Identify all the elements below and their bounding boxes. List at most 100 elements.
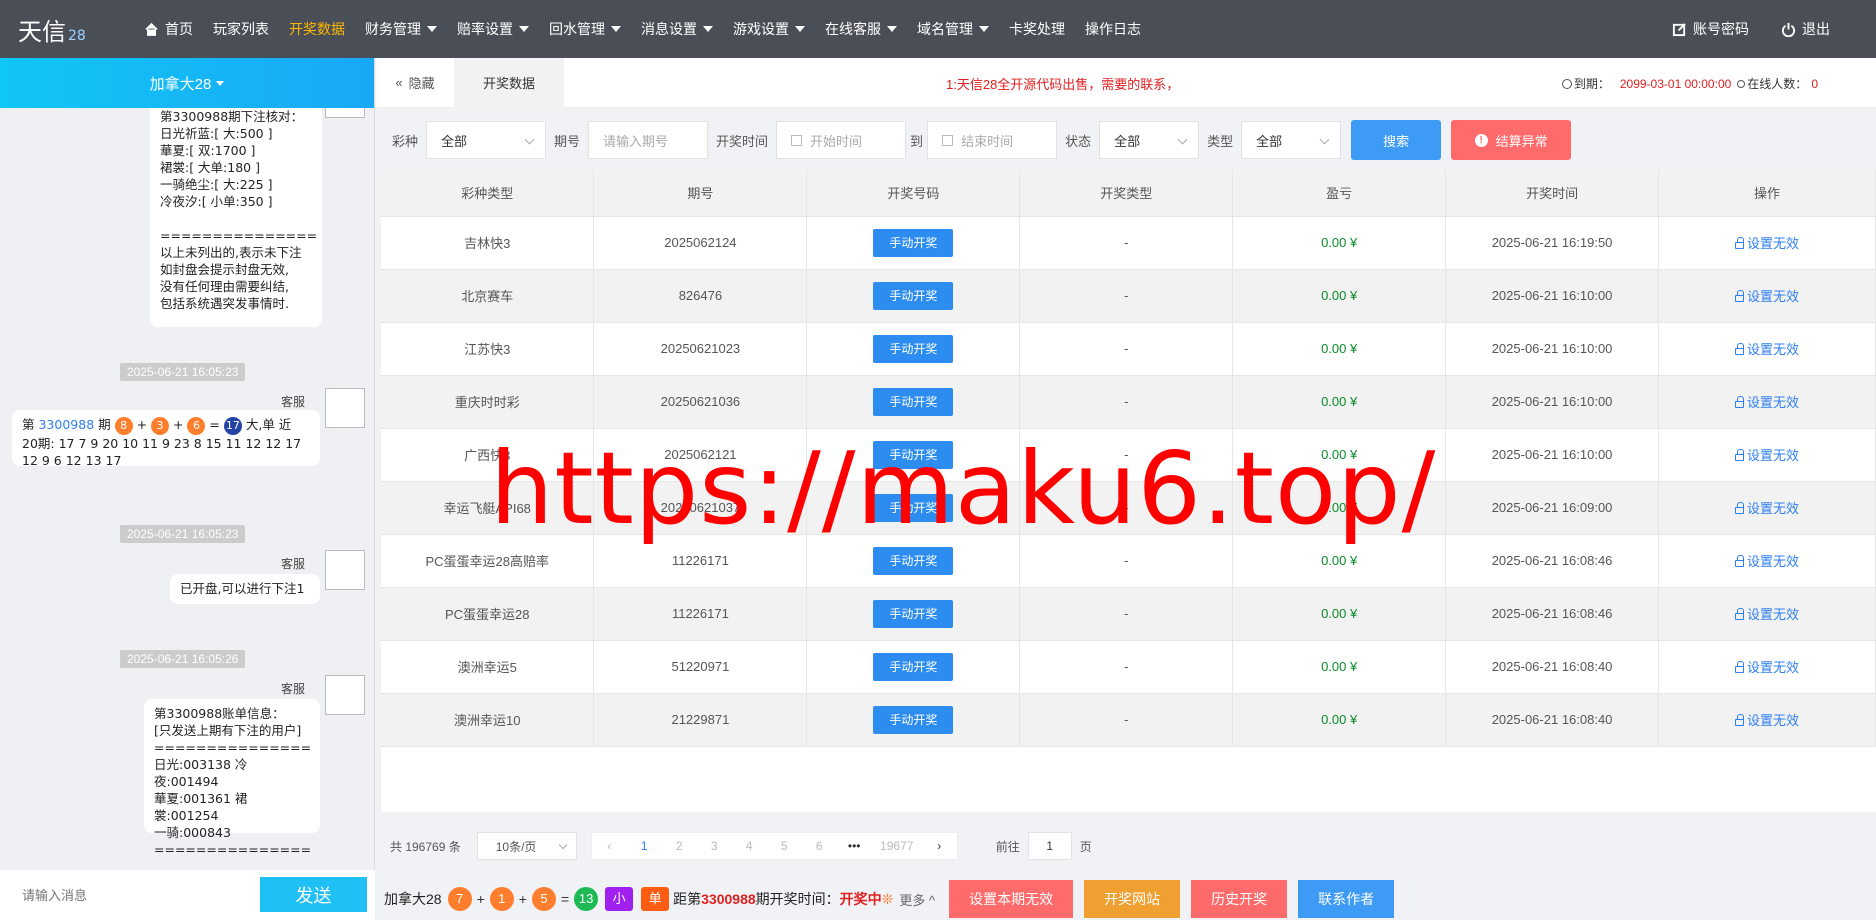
- tab-bar: «隐藏 开奖数据 1:天信28全开源代码出售，需要的联系， 到期： 2099-0…: [376, 57, 1876, 108]
- nav-games[interactable]: 游戏设置: [723, 0, 815, 58]
- page-button[interactable]: 3: [697, 839, 732, 853]
- period-link[interactable]: 3300988: [38, 417, 94, 432]
- lottery-cell: 幸运飞艇API68: [381, 481, 595, 535]
- send-button[interactable]: 发送: [260, 877, 367, 912]
- number-ball: 1: [489, 887, 514, 911]
- set-invalid-link[interactable]: 设置无效: [1735, 236, 1799, 251]
- profit-cell: 0.00 ¥: [1232, 640, 1447, 694]
- page-button[interactable]: 5: [767, 839, 802, 853]
- set-period-invalid-button[interactable]: 设置本期无效: [949, 880, 1074, 918]
- power-icon: [1781, 22, 1796, 37]
- period-input[interactable]: 请输入期号: [588, 121, 709, 159]
- manual-draw-button[interactable]: 手动开奖: [873, 440, 954, 469]
- page-button[interactable]: 6: [802, 839, 837, 853]
- draw-type-cell: -: [1019, 640, 1234, 694]
- total-count: 共 196769 条: [390, 839, 461, 854]
- contact-author-button[interactable]: 联系作者: [1298, 880, 1395, 918]
- page-button[interactable]: 19677: [872, 839, 922, 853]
- status-select[interactable]: 全部: [1099, 121, 1200, 159]
- nav-support[interactable]: 在线客服: [815, 0, 907, 58]
- next-page-button[interactable]: ›: [922, 839, 957, 853]
- number-ball: 3: [151, 416, 170, 435]
- type-select[interactable]: 全部: [1241, 121, 1342, 159]
- manual-draw-button[interactable]: 手动开奖: [873, 387, 954, 416]
- filter-label: 开奖时间: [716, 133, 769, 149]
- hide-sidebar-button[interactable]: «隐藏: [376, 58, 454, 108]
- period-cell: 21229871: [593, 693, 808, 747]
- set-invalid-link[interactable]: 设置无效: [1735, 501, 1799, 516]
- tab-draw-data[interactable]: 开奖数据: [454, 57, 564, 108]
- table-row: PC蛋蛋幸运28 11226171 手动开奖 -0.00 ¥2025-06-21 16…: [381, 587, 1876, 641]
- manual-draw-button[interactable]: 手动开奖: [873, 228, 954, 257]
- nav-finance[interactable]: 财务管理: [355, 0, 447, 58]
- page-button[interactable]: 4: [732, 839, 767, 853]
- manual-draw-button[interactable]: 手动开奖: [873, 652, 954, 681]
- manual-draw-button[interactable]: 手动开奖: [873, 546, 954, 575]
- set-invalid-link[interactable]: 设置无效: [1735, 607, 1799, 622]
- settlement-abnormal-button[interactable]: ! 结算异常: [1451, 120, 1572, 160]
- draw-time-cell: 2025-06-21 16:08:40: [1445, 640, 1660, 694]
- lock-icon: [1735, 237, 1744, 249]
- table-row: 北京赛车 826476 手动开奖 -0.00 ¥2025-06-21 16:10:00…: [381, 269, 1876, 323]
- chevron-down-icon: [216, 80, 225, 86]
- action-cell: 设置无效: [1658, 322, 1876, 376]
- page-ellipsis[interactable]: •••: [837, 839, 872, 853]
- manual-draw-button[interactable]: 手动开奖: [873, 599, 954, 628]
- prev-page-button[interactable]: ‹: [592, 839, 627, 853]
- search-button[interactable]: 搜索: [1351, 120, 1442, 160]
- profit-cell: 0.00 ¥: [1232, 375, 1447, 429]
- room-selector[interactable]: 加拿大28: [0, 58, 374, 108]
- lottery-cell: 吉林快3: [381, 216, 595, 270]
- lock-icon: [1735, 555, 1744, 567]
- page-jump-input[interactable]: 1: [1027, 832, 1072, 860]
- page-size-select[interactable]: 10条/页: [476, 832, 577, 860]
- draw-type-cell: -: [1019, 269, 1234, 323]
- period-cell: 20250621037: [593, 481, 808, 535]
- set-invalid-link[interactable]: 设置无效: [1735, 395, 1799, 410]
- nav-draw-data[interactable]: 开奖数据: [279, 0, 355, 58]
- page-button[interactable]: 2: [662, 839, 697, 853]
- period-cell: 2025062121: [593, 428, 808, 482]
- draw-data-table: 彩种类型 期号 开奖号码 开奖类型 盈亏 开奖时间 操作 吉林快3 2025062…: [381, 170, 1876, 812]
- history-draws-button[interactable]: 历史开奖: [1191, 880, 1288, 918]
- nav-players[interactable]: 玩家列表: [203, 0, 279, 58]
- end-time-input[interactable]: 结束时间: [927, 121, 1058, 159]
- more-toggle[interactable]: 更多 ^: [899, 890, 935, 909]
- period-cell: 20250621023: [593, 322, 808, 376]
- set-invalid-link[interactable]: 设置无效: [1735, 554, 1799, 569]
- set-invalid-link[interactable]: 设置无效: [1735, 342, 1799, 357]
- draw-website-button[interactable]: 开奖网站: [1084, 880, 1181, 918]
- nav-domains[interactable]: 域名管理: [907, 0, 999, 58]
- profit-cell: 0.00 ¥: [1232, 481, 1447, 535]
- set-invalid-link[interactable]: 设置无效: [1735, 660, 1799, 675]
- logout-link[interactable]: 退出: [1765, 0, 1846, 58]
- chevron-down-icon: [703, 26, 713, 32]
- nav-op-log[interactable]: 操作日志: [1075, 0, 1151, 58]
- draw-number-cell: 手动开奖: [806, 587, 1021, 641]
- draw-time-cell: 2025-06-21 16:10:00: [1445, 428, 1660, 482]
- profit-cell: 0.00 ¥: [1232, 216, 1447, 270]
- manual-draw-button[interactable]: 手动开奖: [873, 281, 954, 310]
- nav-odds[interactable]: 赔率设置: [447, 0, 539, 58]
- nav-stuck-draws[interactable]: 卡奖处理: [999, 0, 1075, 58]
- table-row: 重庆时时彩 20250621036 手动开奖 -0.00 ¥2025-06-21 16…: [381, 375, 1876, 429]
- nav-home[interactable]: 首页: [134, 0, 203, 58]
- manual-draw-button[interactable]: 手动开奖: [873, 493, 954, 522]
- period-cell: 20250621036: [593, 375, 808, 429]
- set-invalid-link[interactable]: 设置无效: [1735, 713, 1799, 728]
- set-invalid-link[interactable]: 设置无效: [1735, 448, 1799, 463]
- nav-rebate[interactable]: 回水管理: [539, 0, 631, 58]
- account-password-link[interactable]: 账号密码: [1656, 0, 1765, 58]
- chevron-down-icon: [427, 26, 437, 32]
- manual-draw-button[interactable]: 手动开奖: [873, 705, 954, 734]
- message-input[interactable]: [0, 875, 255, 915]
- filter-label: 类型: [1207, 133, 1234, 149]
- manual-draw-button[interactable]: 手动开奖: [873, 334, 954, 363]
- draw-status: 开奖中: [839, 891, 882, 907]
- page-button[interactable]: 1: [627, 839, 662, 853]
- lottery-select[interactable]: 全部: [426, 121, 547, 159]
- nav-messages[interactable]: 消息设置: [631, 0, 723, 58]
- lock-icon: [1735, 714, 1744, 726]
- start-time-input[interactable]: 开始时间: [776, 121, 907, 159]
- set-invalid-link[interactable]: 设置无效: [1735, 289, 1799, 304]
